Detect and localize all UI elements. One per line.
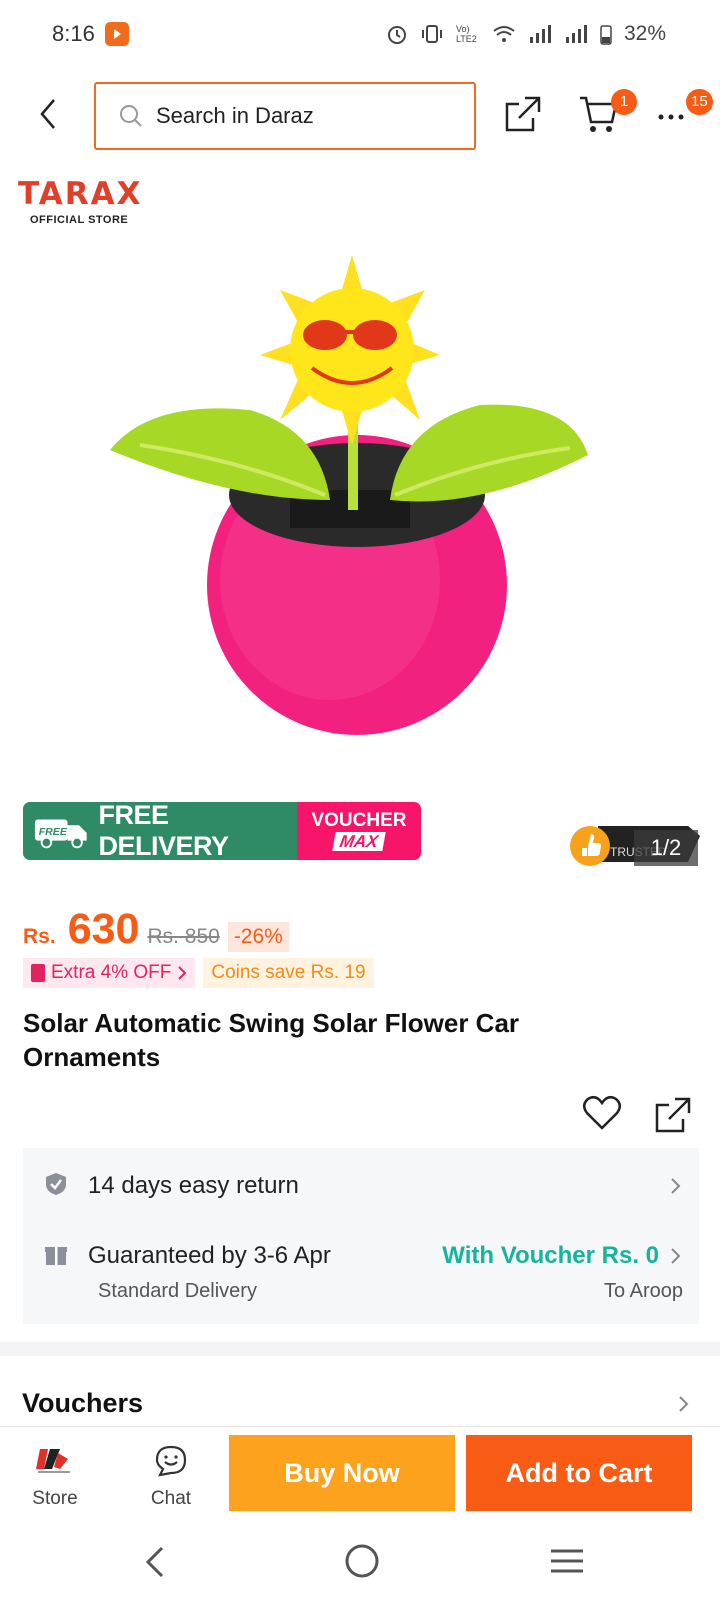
- heart-icon: [583, 1095, 621, 1130]
- delivery-row[interactable]: Guaranteed by 3-6 Apr With Voucher Rs. 0…: [23, 1220, 699, 1324]
- delivery-label: Guaranteed by 3-6 Apr: [88, 1242, 331, 1269]
- wifi-icon: [493, 26, 515, 42]
- search-icon: [120, 105, 142, 127]
- voucher-delivery-label: With Voucher Rs. 0: [442, 1242, 659, 1269]
- free-delivery-label: FREE DELIVERY: [98, 802, 230, 860]
- back-button[interactable]: [30, 94, 66, 134]
- vibrate-icon: [421, 25, 442, 43]
- vouchers-section[interactable]: Vouchers: [22, 1388, 698, 1419]
- delivery-location: To Aroop: [604, 1280, 683, 1302]
- store-logo-icon: [36, 1449, 70, 1473]
- status-bar: 8:16 Vo) LTE2 32%: [0, 0, 720, 68]
- product-title: Solar Automatic Swing Solar Flower Car O…: [23, 1008, 520, 1072]
- chat-icon: [155, 1445, 187, 1477]
- daraz-notification-icon: [104, 22, 129, 46]
- discount-badge: -26%: [227, 922, 289, 952]
- coins-save-chip: Coins save Rs. 19: [203, 958, 374, 988]
- status-indicators: Vo) LTE2 32%: [386, 0, 666, 68]
- return-label: 14 days easy return: [88, 1172, 299, 1199]
- chevron-right-icon: [679, 1396, 689, 1412]
- network-label: Vo) LTE2: [455, 24, 477, 44]
- battery-percent: 32%: [623, 22, 666, 45]
- service-panel: 14 days easy return Guaranteed by 3-6 Ap…: [23, 1148, 699, 1324]
- free-delivery-section: FREE FREE DELIVERY: [23, 802, 297, 860]
- system-navigation-bar: [0, 1528, 720, 1600]
- product-share-button[interactable]: [653, 1095, 693, 1135]
- delivery-type: Standard Delivery: [98, 1280, 257, 1302]
- gift-icon: [45, 1247, 67, 1265]
- signal-icon: [565, 25, 587, 43]
- share-icon: [655, 1097, 691, 1133]
- image-pager: 1/2: [634, 830, 698, 866]
- free-label: FREE: [39, 826, 68, 838]
- free-delivery-voucher-banner[interactable]: FREE FREE DELIVERY VOUCHER MAX: [23, 802, 421, 860]
- search-placeholder: Search in Daraz: [156, 103, 314, 128]
- buy-now-button[interactable]: Buy Now: [229, 1435, 455, 1511]
- price-currency: Rs.: [23, 925, 56, 948]
- chat-label: Chat: [150, 1488, 192, 1509]
- signal-icon: [529, 25, 551, 43]
- offer-row: Extra 4% OFF Coins save Rs. 19: [23, 958, 374, 988]
- store-brand-name: TARAX: [18, 176, 143, 212]
- product-image[interactable]: [100, 250, 620, 750]
- price-value: 630: [67, 905, 140, 953]
- section-divider: [0, 1342, 720, 1356]
- coupon-icon: [31, 964, 45, 982]
- return-policy-row[interactable]: 14 days easy return: [23, 1148, 699, 1220]
- add-to-cart-button[interactable]: Add to Cart: [466, 1435, 692, 1511]
- nav-recent-apps-icon[interactable]: [549, 1546, 585, 1576]
- store-subtitle: OFFICIAL STORE: [30, 214, 129, 226]
- status-time: 8:16: [52, 21, 95, 46]
- extra-off-chip[interactable]: Extra 4% OFF: [23, 958, 196, 988]
- nav-back-icon[interactable]: [140, 1542, 170, 1582]
- share-icon: [505, 96, 541, 132]
- notification-count-badge: 15: [686, 89, 713, 115]
- store-tab[interactable]: Store: [22, 1445, 88, 1510]
- voucher-max-section: VOUCHER MAX: [297, 802, 421, 860]
- shield-check-icon: [46, 1173, 66, 1195]
- extra-off-label: Extra 4% OFF: [51, 962, 172, 983]
- vouchers-title: Vouchers: [22, 1388, 144, 1418]
- wishlist-button[interactable]: [582, 1095, 622, 1131]
- alarm-icon: [387, 26, 406, 44]
- delivery-truck-icon: FREE: [34, 819, 87, 849]
- store-logo[interactable]: TARAX OFFICIAL STORE: [18, 176, 143, 226]
- original-price: Rs. 850: [147, 925, 220, 948]
- store-label: Store: [32, 1488, 78, 1509]
- nav-home-icon[interactable]: [343, 1542, 381, 1580]
- price-row: Rs. 630 Rs. 850 -26%: [23, 905, 289, 954]
- chevron-right-icon: [671, 1248, 681, 1264]
- search-input[interactable]: Search in Daraz: [94, 82, 476, 150]
- bottom-action-bar: Store Chat Buy Now Add to Cart: [0, 1426, 720, 1526]
- chat-tab[interactable]: Chat: [138, 1445, 204, 1510]
- battery-icon: [600, 25, 612, 45]
- back-icon: [40, 99, 55, 129]
- chevron-right-icon: [671, 1178, 681, 1194]
- top-header: Search in Daraz: [0, 80, 720, 150]
- cart-count-badge: 1: [611, 89, 637, 115]
- voucher-label: VOUCHER: [311, 810, 407, 831]
- voucher-max-label: MAX: [332, 832, 386, 851]
- chevron-right-icon: [178, 966, 187, 980]
- share-button[interactable]: [503, 94, 543, 134]
